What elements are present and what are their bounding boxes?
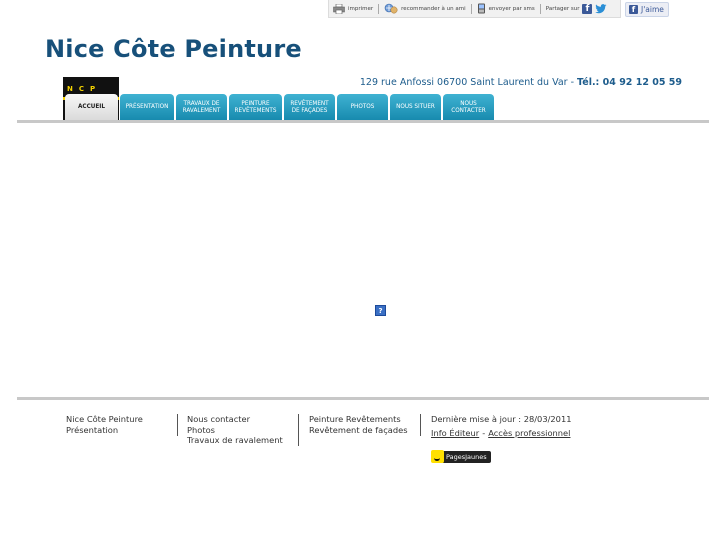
pro-access-link[interactable]: Accès professionnel <box>488 428 570 439</box>
nav-tab-nous-situer[interactable]: Nous situer <box>390 94 441 121</box>
footer-link-presentation[interactable]: Présentation <box>66 425 143 436</box>
footer-divider-vertical <box>298 414 299 446</box>
address-separator: - <box>567 77 578 88</box>
footer-divider-vertical <box>420 414 421 436</box>
nav-tab-label: Photos <box>350 104 375 111</box>
recommend-button[interactable]: recommander à un ami <box>384 3 466 14</box>
last-update-text: Dernière mise à jour : 28/03/2011 <box>431 414 572 424</box>
pagesjaunes-label: PagesJaunes <box>442 450 491 463</box>
share-group: Partager sur f <box>545 3 608 14</box>
like-label: J'aime <box>641 5 664 14</box>
footer-divider <box>17 397 709 400</box>
facebook-icon: f <box>629 5 638 14</box>
main-navigation: Accueil Présentation Travaux de ravaleme… <box>65 94 494 121</box>
nav-tab-revetement-facades[interactable]: Revêtement de façades <box>284 94 335 121</box>
nav-tab-peinture-revetements[interactable]: Peinture Revêtements <box>229 94 282 121</box>
logo-letters: NCP <box>67 85 102 93</box>
toolbar-divider <box>539 3 541 14</box>
nav-tab-label: Nous contacter <box>451 101 486 114</box>
nav-tab-label: Accueil <box>78 104 105 111</box>
print-label: imprimer <box>348 5 374 12</box>
footer-link-home[interactable]: Nice Côte Peinture <box>66 414 143 425</box>
footer-column-3: Peinture Revêtements Revêtement de façad… <box>309 414 408 435</box>
toolbar-divider <box>378 3 380 14</box>
print-button[interactable]: imprimer <box>333 3 374 14</box>
sms-button[interactable]: envoyer par sms <box>477 3 535 14</box>
address-text: 129 rue Anfossi 06700 Saint Laurent du V… <box>359 77 568 88</box>
twitter-icon[interactable] <box>595 3 607 14</box>
site-title[interactable]: Nice Côte Peinture <box>45 35 302 63</box>
footer-link-peinture[interactable]: Peinture Revêtements <box>309 414 408 425</box>
nav-tab-label: Travaux de ravalement <box>182 101 221 114</box>
phone-number: Tél.: 04 92 12 05 59 <box>577 77 682 88</box>
utility-toolbar: imprimer recommander à un ami envoyer pa… <box>328 0 621 18</box>
pagesjaunes-badge[interactable]: PagesJaunes <box>431 449 491 464</box>
facebook-icon[interactable]: f <box>582 3 593 14</box>
recommend-label: recommander à un ami <box>401 5 466 12</box>
footer-link-facades[interactable]: Revêtement de façades <box>309 425 408 436</box>
share-label: Partager sur <box>545 5 580 12</box>
footer-divider-vertical <box>177 414 178 436</box>
footer-link-photos[interactable]: Photos <box>187 425 283 436</box>
info-editor-link[interactable]: Info Éditeur <box>431 428 479 439</box>
missing-plugin-icon[interactable]: ? <box>375 305 386 316</box>
footer-link-travaux[interactable]: Travaux de ravalement <box>187 435 283 446</box>
mobile-phone-icon <box>477 3 485 14</box>
nav-tab-photos[interactable]: Photos <box>337 94 388 121</box>
nav-tab-label: Revêtement de façades <box>290 101 329 114</box>
header-divider <box>17 120 709 123</box>
nav-tab-accueil[interactable]: Accueil <box>65 94 118 121</box>
nav-tab-label: Présentation <box>125 104 169 111</box>
contact-address: 129 rue Anfossi 06700 Saint Laurent du V… <box>360 77 682 88</box>
footer-column-4: Dernière mise à jour : 28/03/2011 Info É… <box>431 414 572 438</box>
footer-column-2: Nous contacter Photos Travaux de ravalem… <box>187 414 283 446</box>
nav-tab-label: Peinture Revêtements <box>234 101 277 114</box>
link-separator: - <box>482 427 486 438</box>
nav-tab-travaux-ravalement[interactable]: Travaux de ravalement <box>176 94 227 121</box>
recommend-friend-icon <box>384 3 398 14</box>
toolbar-divider <box>470 3 472 14</box>
nav-tab-nous-contacter[interactable]: Nous contacter <box>443 94 494 121</box>
sms-label: envoyer par sms <box>488 5 535 12</box>
printer-icon <box>333 3 345 14</box>
footer-column-1: Nice Côte Peinture Présentation <box>66 414 143 435</box>
nav-tab-label: Nous situer <box>396 104 435 111</box>
pagesjaunes-logo-icon <box>431 450 444 463</box>
footer-link-contact[interactable]: Nous contacter <box>187 414 283 425</box>
footer-legal-links: Info Éditeur - Accès professionnel <box>431 428 572 439</box>
facebook-like-button[interactable]: f J'aime <box>625 2 669 17</box>
nav-tab-presentation[interactable]: Présentation <box>120 94 174 121</box>
